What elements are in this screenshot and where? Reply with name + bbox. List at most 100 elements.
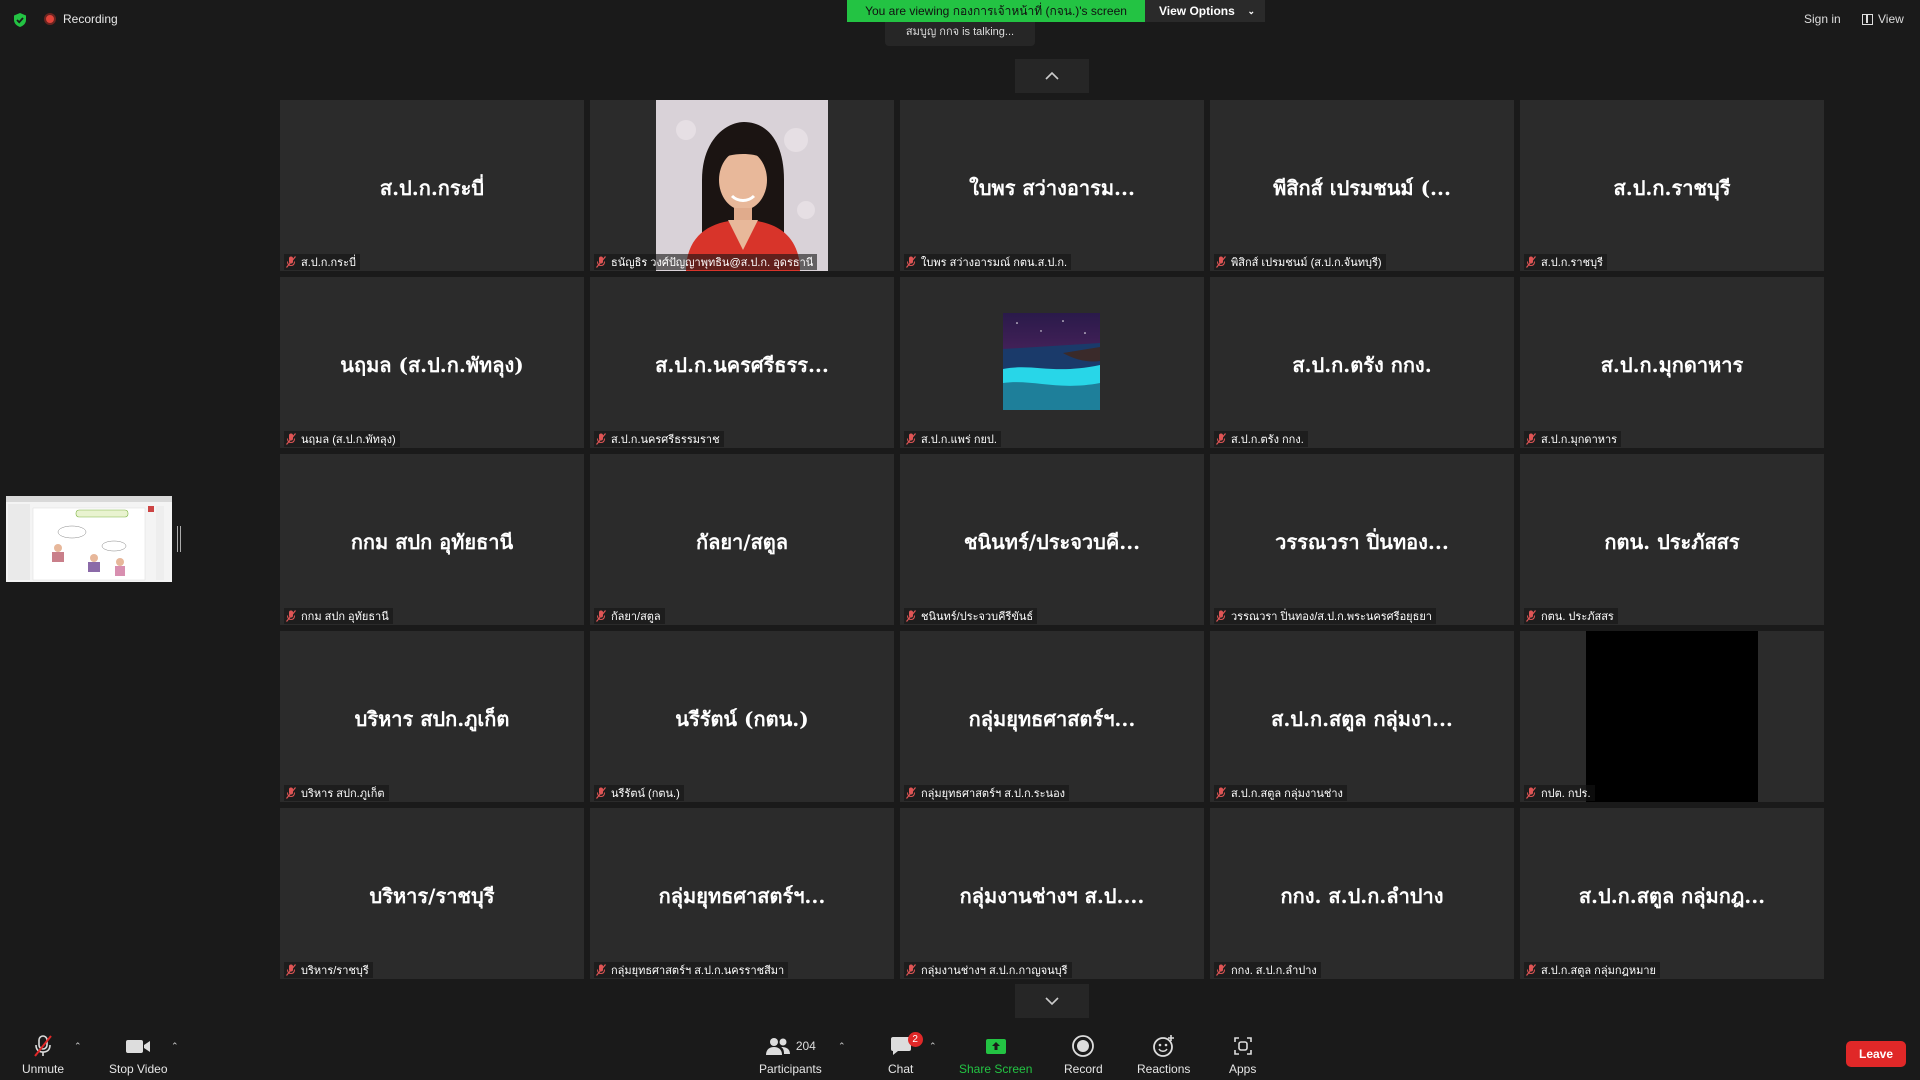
microphone-muted-icon <box>906 610 916 622</box>
participant-label-text: ส.ป.ก.สตูล กลุ่มกฎหมาย <box>1541 965 1657 977</box>
participant-label-text: นฤมล (ส.ป.ก.พัทลุง) <box>301 434 396 446</box>
gallery-view-icon <box>1862 13 1873 25</box>
participants-button[interactable]: 204 Participants <box>759 1032 822 1076</box>
participant-tile[interactable]: กลุ่มยุทธศาสตร์ฯ... กลุ่มยุทธศาสตร์ฯ ส.ป.… <box>590 808 894 979</box>
record-button[interactable]: Record <box>1064 1032 1103 1076</box>
participant-label: นฤมล (ส.ป.ก.พัทลุง) <box>284 431 400 447</box>
participant-name: นรีรัตน์ (กตน.) <box>675 707 809 731</box>
participant-tile[interactable]: ส.ป.ก.แพร่ กยป. <box>900 277 1204 448</box>
reactions-button[interactable]: Reactions <box>1137 1032 1190 1076</box>
recording-indicator[interactable]: Recording <box>44 12 118 26</box>
participant-name: ส.ป.ก.มุกดาหาร <box>1600 353 1744 377</box>
participant-tile[interactable]: ส.ป.ก.กระบี่ ส.ป.ก.กระบี่ <box>280 100 584 271</box>
participant-tile[interactable]: ส.ป.ก.ตรัง กกง. ส.ป.ก.ตรัง กกง. <box>1210 277 1514 448</box>
participant-tile[interactable]: ส.ป.ก.ราชบุรี ส.ป.ก.ราชบุรี <box>1520 100 1824 271</box>
microphone-muted-icon <box>596 256 606 268</box>
panel-resize-handle[interactable] <box>177 526 181 552</box>
video-options-caret-icon[interactable]: ⌃ <box>171 1042 179 1052</box>
chat-caret-icon[interactable]: ⌃ <box>929 1042 937 1052</box>
participants-caret-icon[interactable]: ⌃ <box>838 1042 846 1052</box>
participant-label-text: ใบพร สว่างอารมณ์ กตน.ส.ป.ก. <box>921 257 1068 269</box>
microphone-muted-icon <box>1216 256 1226 268</box>
participant-tile[interactable]: กตน. ประภัสสร กตน. ประภัสสร <box>1520 454 1824 625</box>
participant-tile[interactable]: กลุ่มยุทธศาสตร์ฯ... กลุ่มยุทธศาสตร์ฯ ส.ป.… <box>900 631 1204 802</box>
participant-name: นฤมล (ส.ป.ก.พัทลุง) <box>340 353 524 377</box>
recording-label: Recording <box>63 12 118 26</box>
chevron-up-icon <box>1045 71 1059 80</box>
chat-button[interactable]: 2 Chat <box>888 1032 923 1076</box>
participant-tile[interactable]: วรรณวรา ปิ่นทอง... วรรณวรา ปิ่นทอง/ส.ป.ก.… <box>1210 454 1514 625</box>
participant-label-text: ส.ป.ก.นครศรีธรรมราช <box>611 434 720 446</box>
participant-tile[interactable]: ส.ป.ก.นครศรีธรร... ส.ป.ก.นครศรีธรรมราช <box>590 277 894 448</box>
participant-label-text: ส.ป.ก.ตรัง กกง. <box>1231 434 1304 446</box>
participant-video-feed <box>1586 631 1758 802</box>
participant-name: กตน. ประภัสสร <box>1604 530 1740 554</box>
apps-button[interactable]: Apps <box>1229 1032 1256 1076</box>
share-screen-button[interactable]: Share Screen <box>959 1032 1032 1076</box>
participant-name: กัลยา/สตูล <box>695 530 789 554</box>
chat-label: Chat <box>888 1062 914 1076</box>
viewing-screen-banner: You are viewing กองการเจ้าหน้าที่ (กจน.)… <box>847 0 1145 22</box>
sign-in-button[interactable]: Sign in <box>1804 12 1841 26</box>
participant-tile[interactable]: ส.ป.ก.สตูล กลุ่มกฎ... ส.ป.ก.สตูล กลุ่มกฎห… <box>1520 808 1824 979</box>
participant-label-text: กลุ่มยุทธศาสตร์ฯ ส.ป.ก.นครราชสีมา <box>611 965 785 977</box>
participant-label: ส.ป.ก.ตรัง กกง. <box>1214 431 1308 447</box>
participant-label: กลุ่มยุทธศาสตร์ฯ ส.ป.ก.ระนอง <box>904 785 1070 801</box>
participant-label-text: บริหาร สปก.ภูเก็ต <box>301 788 385 800</box>
reactions-smiley-icon <box>1152 1035 1174 1057</box>
participant-tile[interactable]: กกม สปก อุทัยธานี กกม สปก อุทัยธานี <box>280 454 584 625</box>
participant-tile[interactable]: นฤมล (ส.ป.ก.พัทลุง) นฤมล (ส.ป.ก.พัทลุง) <box>280 277 584 448</box>
participant-tile[interactable]: ชนินทร์/ประจวบคี... ชนินทร์/ประจวบคีรีขัน… <box>900 454 1204 625</box>
participant-tile[interactable]: ส.ป.ก.สตูล กลุ่มงา... ส.ป.ก.สตูล กลุ่มงาน… <box>1210 631 1514 802</box>
leave-meeting-button[interactable]: Leave <box>1846 1041 1906 1067</box>
video-camera-icon <box>126 1040 151 1053</box>
participant-name: ส.ป.ก.กระบี่ <box>379 176 485 200</box>
shared-screen-thumbnail[interactable] <box>6 496 172 582</box>
participant-name: กลุ่มยุทธศาสตร์ฯ... <box>968 707 1136 731</box>
unmute-label: Unmute <box>22 1062 65 1076</box>
audio-options-caret-icon[interactable]: ⌃ <box>74 1042 82 1052</box>
participant-tile[interactable]: กกง. ส.ป.ก.ลำปาง กกง. ส.ป.ก.ลำปาง <box>1210 808 1514 979</box>
view-button[interactable]: View <box>1862 12 1904 26</box>
participant-label-text: ส.ป.ก.มุกดาหาร <box>1541 434 1618 446</box>
participant-label: กกม สปก อุทัยธานี <box>284 608 393 624</box>
security-shield-icon[interactable] <box>12 12 28 28</box>
participant-label: กปต. กปร. <box>1524 785 1595 801</box>
participant-name: บริหาร/ราชบุรี <box>369 884 495 908</box>
participant-tile[interactable]: ธนัญธิร วงศ์ปัญญาพุทธิน@ส.ป.ก. อุดรธานี <box>590 100 894 271</box>
participant-label: กกง. ส.ป.ก.ลำปาง <box>1214 962 1321 978</box>
participant-label-text: บริหาร/ราชบุรี <box>301 965 369 977</box>
participant-label: กลุ่มงานช่างฯ ส.ป.ก.กาญจนบุรี <box>904 962 1072 978</box>
participant-tile[interactable]: กลุ่มงานช่างฯ ส.ป.... กลุ่มงานช่างฯ ส.ป.ก… <box>900 808 1204 979</box>
view-options-button[interactable]: View Options ⌄ <box>1145 0 1265 22</box>
participant-label-text: กปต. กปร. <box>1541 788 1591 800</box>
participant-tile[interactable]: กปต. กปร. <box>1520 631 1824 802</box>
participant-tile[interactable]: นรีรัตน์ (กตน.) นรีรัตน์ (กตน.) <box>590 631 894 802</box>
microphone-muted-icon <box>596 610 606 622</box>
microphone-muted-icon <box>1216 964 1226 976</box>
stop-video-button[interactable]: Stop Video <box>109 1032 168 1076</box>
participant-label: บริหาร/ราชบุรี <box>284 962 373 978</box>
participant-label-text: วรรณวรา ปิ่นทอง/ส.ป.ก.พระนครศรีอยุธยา <box>1231 611 1432 623</box>
microphone-muted-icon <box>286 787 296 799</box>
participant-tile[interactable]: ส.ป.ก.มุกดาหาร ส.ป.ก.มุกดาหาร <box>1520 277 1824 448</box>
participant-tile[interactable]: กัลยา/สตูล กัลยา/สตูล <box>590 454 894 625</box>
participant-name: ใบพร สว่างอารม... <box>969 176 1135 200</box>
microphone-muted-icon <box>596 964 606 976</box>
chat-unread-badge: 2 <box>907 1032 923 1047</box>
participant-tile[interactable]: บริหาร/ราชบุรี บริหาร/ราชบุรี <box>280 808 584 979</box>
microphone-muted-icon <box>286 433 296 445</box>
microphone-muted-icon <box>1216 610 1226 622</box>
participant-label-text: ส.ป.ก.สตูล กลุ่มงานช่าง <box>1231 788 1343 800</box>
microphone-muted-icon <box>596 787 606 799</box>
chevron-down-icon: ⌄ <box>1247 6 1255 16</box>
participant-label: กัลยา/สตูล <box>594 608 665 624</box>
previous-page-button[interactable] <box>1015 59 1089 93</box>
participant-tile[interactable]: บริหาร สปก.ภูเก็ต บริหาร สปก.ภูเก็ต <box>280 631 584 802</box>
participant-tile[interactable]: พีสิกส์ เปรมชนม์ (... พิสิกส์ เปรมชนม์ (ส… <box>1210 100 1514 271</box>
participant-label: ส.ป.ก.สตูล กลุ่มงานช่าง <box>1214 785 1347 801</box>
unmute-button[interactable]: Unmute <box>22 1032 64 1076</box>
apps-label: Apps <box>1229 1062 1257 1076</box>
next-page-button[interactable] <box>1015 984 1089 1018</box>
participant-tile[interactable]: ใบพร สว่างอารม... ใบพร สว่างอารมณ์ กตน.ส.… <box>900 100 1204 271</box>
